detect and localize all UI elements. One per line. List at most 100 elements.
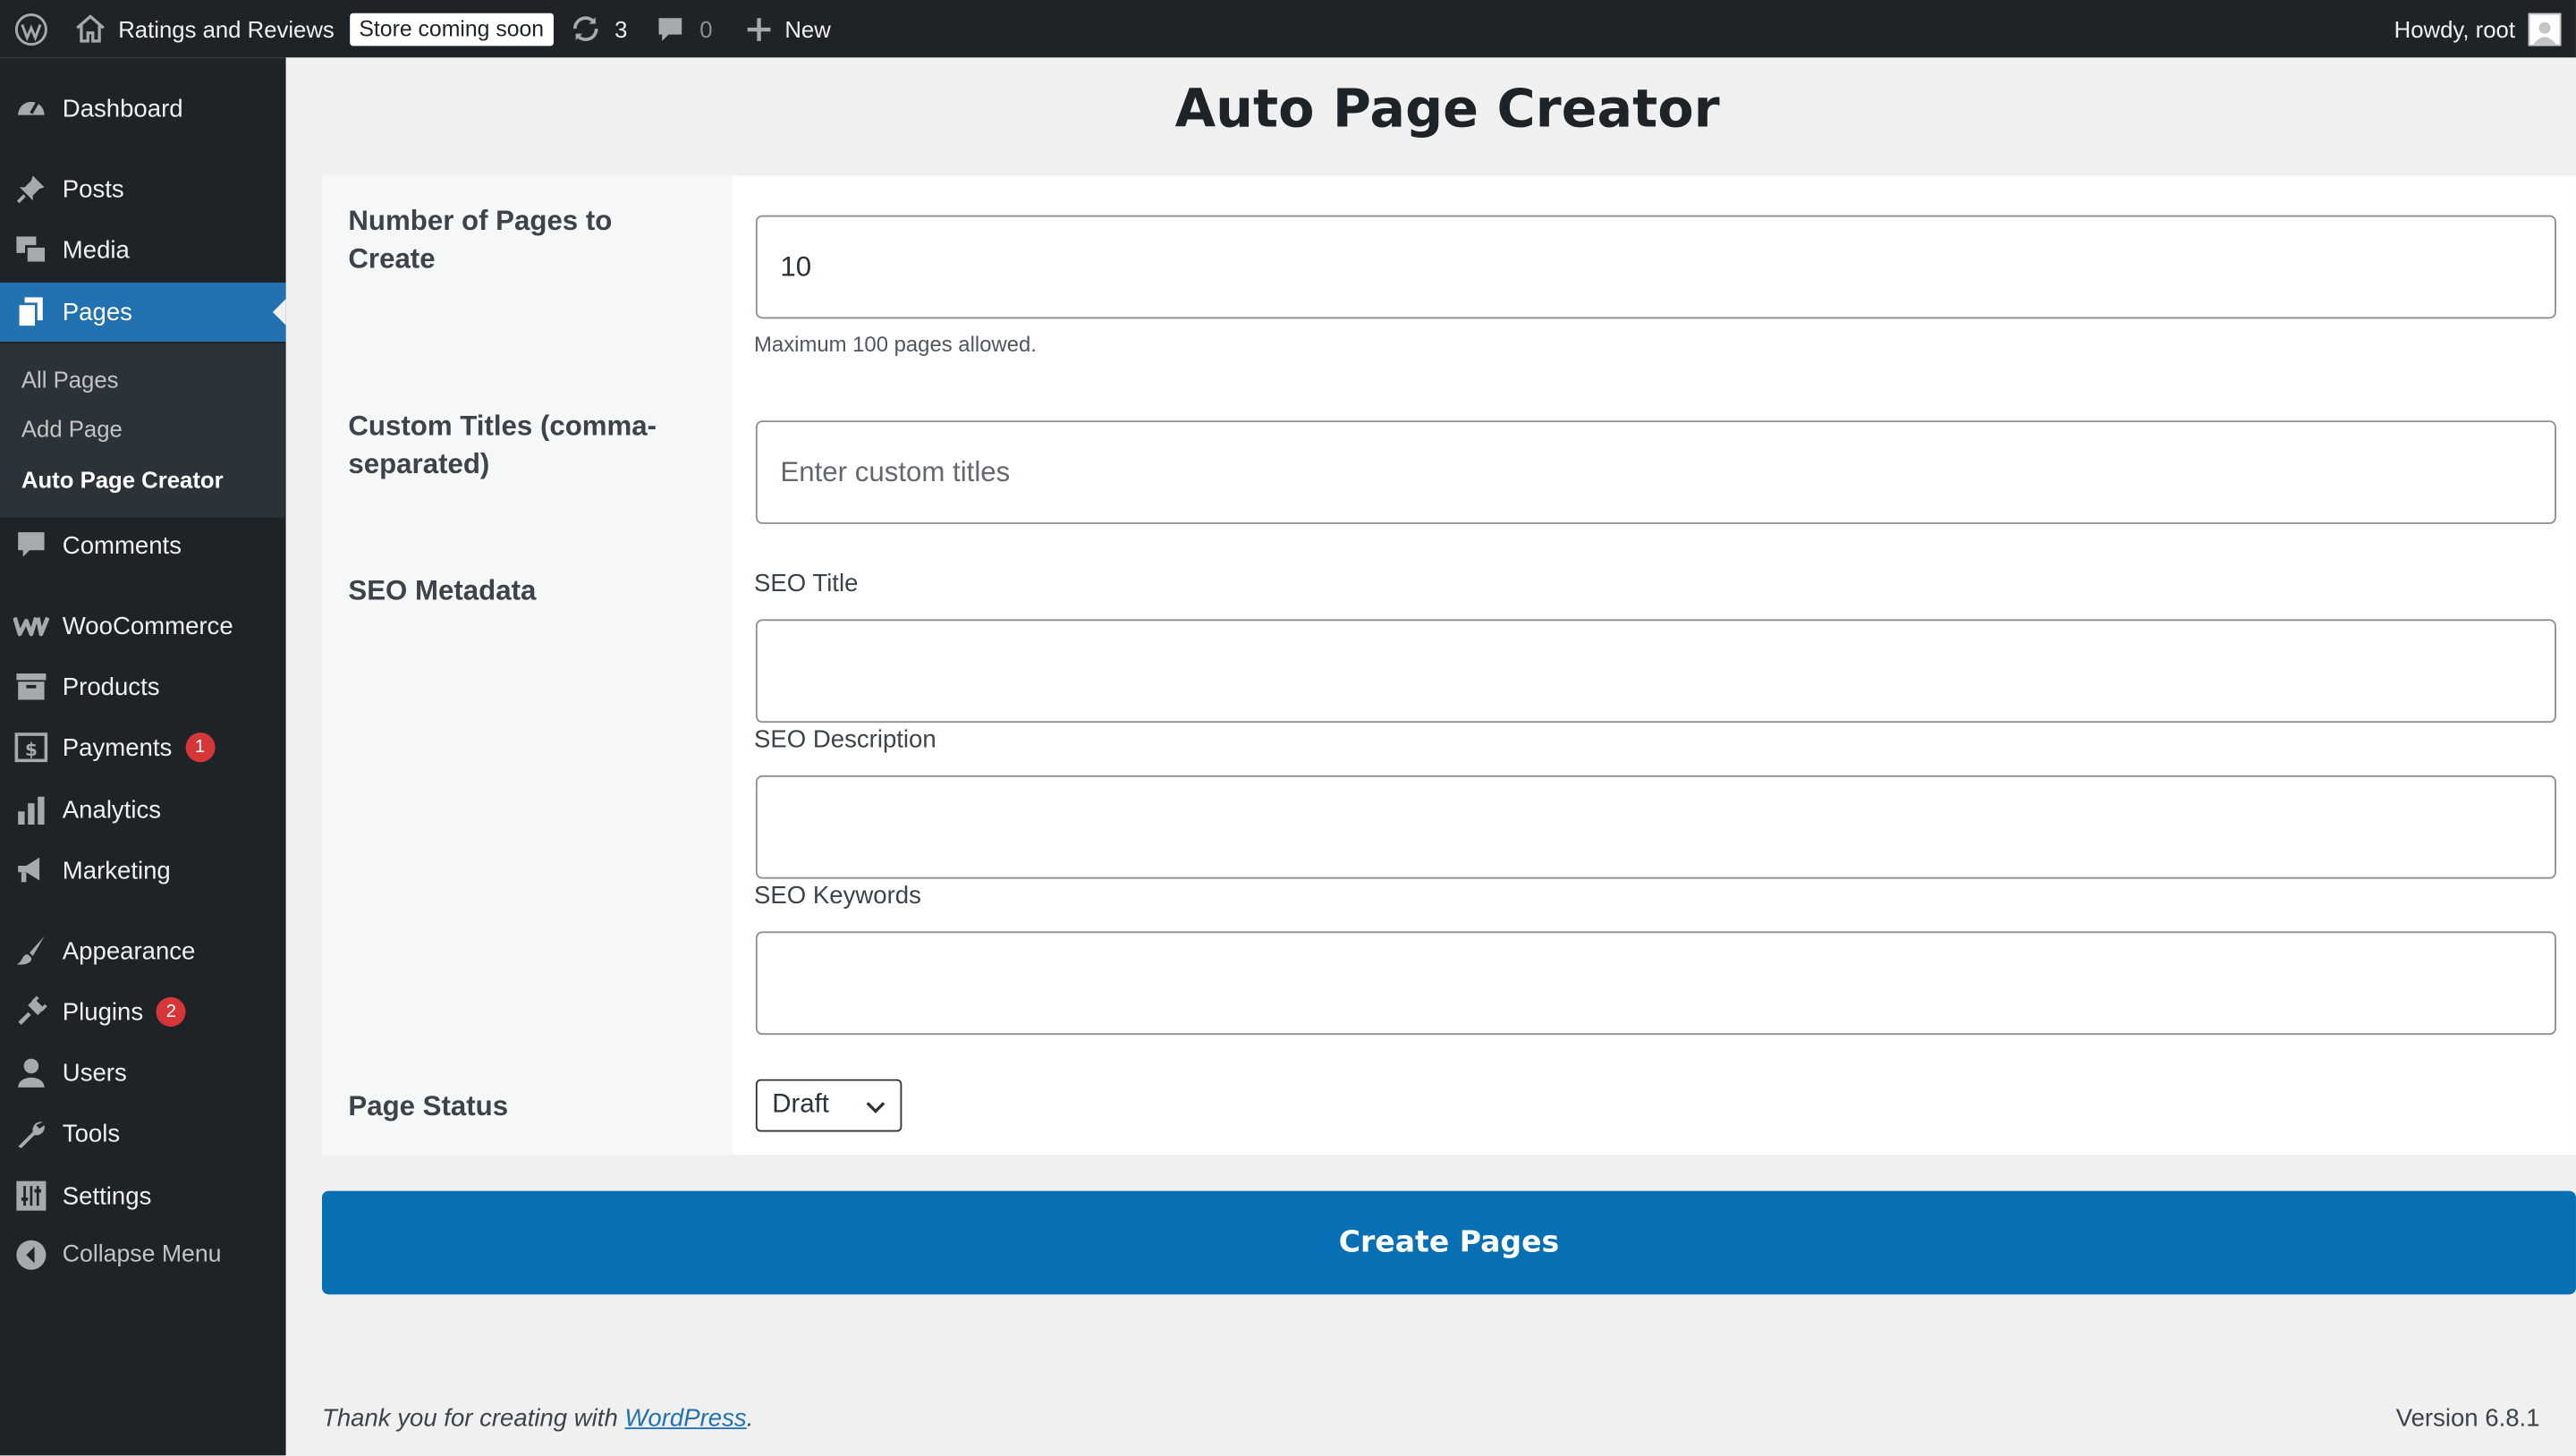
menu-dashboard-label: Dashboard <box>62 94 183 123</box>
collapse-menu-label: Collapse Menu <box>62 1241 222 1268</box>
page-status-select[interactable]: Draft <box>755 1079 902 1132</box>
user-icon <box>0 1056 63 1089</box>
footer-thanks-prefix: Thank you for creating with <box>321 1404 625 1433</box>
menu-payments-label: Payments <box>62 733 173 762</box>
menu-settings[interactable]: Settings <box>0 1166 286 1225</box>
greeting: Howdy, root <box>2394 15 2515 42</box>
seo-keywords-label: SEO Keywords <box>754 882 921 910</box>
menu-pages[interactable]: Pages <box>0 282 286 343</box>
wrench-icon <box>0 1117 63 1150</box>
pin-icon <box>0 173 63 206</box>
num-pages-input[interactable] <box>755 215 2556 319</box>
page-status-value: Draft <box>772 1090 829 1119</box>
label-column <box>321 175 733 1155</box>
menu-marketing[interactable]: Marketing <box>0 841 286 900</box>
payments-badge: 1 <box>185 732 216 763</box>
site-name-link[interactable]: Ratings and Reviews <box>75 0 335 57</box>
comment-bubble-icon <box>657 15 682 41</box>
footer-version: Version 6.8.1 <box>2395 1404 2540 1433</box>
num-pages-hint: Maximum 100 pages allowed. <box>754 332 1037 357</box>
menu-pages-label: Pages <box>62 298 132 326</box>
updates-count: 3 <box>614 15 628 42</box>
menu-woocommerce[interactable]: WooCommerce <box>0 597 286 656</box>
menu-users-label: Users <box>62 1058 127 1087</box>
archive-icon <box>0 672 63 701</box>
admin-sidebar: Dashboard Posts Media Pages All Pages Ad… <box>0 57 286 1456</box>
menu-media[interactable]: Media <box>0 220 286 279</box>
store-status-badge[interactable]: Store coming soon <box>349 12 555 46</box>
collapse-arrow-icon <box>0 1239 63 1272</box>
seo-metadata-label: SEO Metadata <box>348 574 537 606</box>
pages-icon <box>0 296 63 329</box>
seo-keywords-input[interactable] <box>755 931 2556 1036</box>
seo-title-label: SEO Title <box>754 570 859 598</box>
new-label: New <box>784 15 831 42</box>
num-pages-label: Number of Pages to Create <box>348 205 613 275</box>
menu-comments-label: Comments <box>62 531 182 560</box>
menu-woocommerce-label: WooCommerce <box>62 612 233 640</box>
wordpress-link[interactable]: WordPress <box>624 1404 746 1432</box>
menu-analytics[interactable]: Analytics <box>0 780 286 839</box>
menu-plugins[interactable]: Plugins 2 <box>0 982 286 1041</box>
svg-text:$: $ <box>25 739 38 760</box>
paintbrush-icon <box>0 935 63 968</box>
menu-plugins-label: Plugins <box>62 997 144 1027</box>
settings-form: Number of Pages to Create Maximum 100 pa… <box>321 175 2576 1155</box>
woocommerce-icon <box>0 614 63 638</box>
create-pages-button[interactable]: Create Pages <box>321 1190 2576 1295</box>
menu-payments[interactable]: $ Payments 1 <box>0 718 286 777</box>
updates-link[interactable]: 3 <box>570 0 627 57</box>
menu-settings-label: Settings <box>62 1181 152 1210</box>
megaphone-icon <box>0 854 63 887</box>
menu-comments[interactable]: Comments <box>0 516 286 575</box>
refresh-icon <box>570 15 601 43</box>
menu-media-label: Media <box>62 235 130 264</box>
plugins-badge: 2 <box>156 996 186 1027</box>
menu-appearance[interactable]: Appearance <box>0 921 286 980</box>
footer-thanks: Thank you for creating with WordPress. <box>322 1404 753 1432</box>
comment-icon <box>0 529 63 562</box>
menu-marketing-label: Marketing <box>62 856 171 885</box>
menu-tools[interactable]: Tools <box>0 1104 286 1163</box>
media-icon <box>0 233 63 267</box>
submenu-auto-page-creator[interactable]: Auto Page Creator <box>21 467 224 493</box>
seo-description-input[interactable] <box>755 775 2556 879</box>
plugin-icon <box>0 995 63 1029</box>
page-status-label: Page Status <box>348 1090 509 1122</box>
seo-description-label: SEO Description <box>754 725 936 755</box>
menu-products-label: Products <box>62 673 160 701</box>
settings-sliders-icon <box>0 1180 63 1213</box>
site-name: Ratings and Reviews <box>118 15 335 42</box>
dashboard-icon <box>0 92 63 125</box>
menu-appearance-label: Appearance <box>62 936 196 966</box>
main-content: Auto Page Creator Number of Pages to Cre… <box>286 57 2576 1455</box>
home-icon <box>75 14 105 43</box>
menu-products[interactable]: Products <box>0 657 286 716</box>
bar-chart-icon <box>0 795 63 825</box>
menu-tools-label: Tools <box>62 1119 121 1147</box>
menu-users[interactable]: Users <box>0 1043 286 1102</box>
comments-count: 0 <box>699 15 713 42</box>
admin-bar: Ratings and Reviews Store coming soon 3 … <box>0 0 2576 58</box>
chevron-down-icon <box>864 1096 887 1127</box>
custom-titles-input[interactable] <box>755 420 2556 524</box>
custom-titles-label: Custom Titles (comma-separated) <box>348 411 657 480</box>
plus-icon <box>745 15 771 41</box>
comments-link[interactable]: 0 <box>657 0 713 57</box>
payments-icon: $ <box>0 732 63 763</box>
my-account[interactable]: Howdy, root <box>2394 0 2576 57</box>
submenu-all-pages[interactable]: All Pages <box>21 367 119 393</box>
avatar <box>2528 12 2562 46</box>
menu-analytics-label: Analytics <box>62 795 162 825</box>
wordpress-logo-icon[interactable] <box>2 0 61 57</box>
collapse-menu-button[interactable]: Collapse Menu <box>0 1225 286 1284</box>
footer-thanks-suffix: . <box>746 1404 754 1433</box>
new-content-link[interactable]: New <box>745 0 831 57</box>
menu-posts-label: Posts <box>62 174 124 203</box>
submenu-add-page[interactable]: Add Page <box>21 416 123 442</box>
page-title: Auto Page Creator <box>1174 77 1720 140</box>
seo-title-input[interactable] <box>755 619 2556 724</box>
pages-submenu: All Pages Add Page Auto Page Creator <box>0 343 286 518</box>
menu-posts[interactable]: Posts <box>0 159 286 218</box>
menu-dashboard[interactable]: Dashboard <box>0 79 286 138</box>
